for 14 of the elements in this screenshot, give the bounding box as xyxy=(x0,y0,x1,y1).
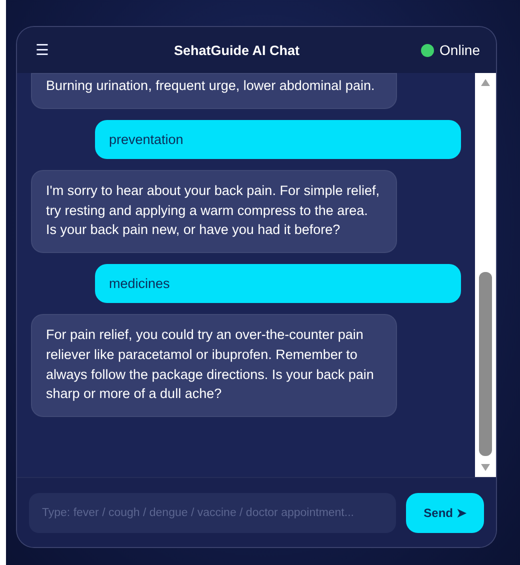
bot-message: I'm sorry to hear about your back pain. For simple relief, try resting and applying a warm compress to the area. Is your back pain new, or have you had it before? xyxy=(31,170,397,253)
user-message: preventation xyxy=(95,120,461,160)
bot-message: For pain relief, you could try an over-the-counter pain reliever like paracetamol or ibuprofen. Remember to always follow the package directions. Is your back pain sharp or more of a dull ache? xyxy=(31,314,397,417)
scroll-up-icon[interactable] xyxy=(481,79,490,86)
scrollbar[interactable] xyxy=(475,73,496,477)
send-button[interactable]: Send ➤ xyxy=(406,492,484,532)
user-message: medicines xyxy=(95,264,461,304)
message-input[interactable]: Type: fever / cough / dengue / vaccine / doctor appointment... xyxy=(29,492,396,532)
scroll-down-icon[interactable] xyxy=(481,464,490,471)
chat-title: SehatGuide AI Chat xyxy=(173,42,301,58)
scrollbar-thumb[interactable] xyxy=(479,272,492,456)
menu-button[interactable]: ☰ xyxy=(31,41,53,59)
status-label: Online xyxy=(440,42,480,58)
bot-message: Burning urination, frequent urge, lower abdominal pain. xyxy=(31,73,397,109)
